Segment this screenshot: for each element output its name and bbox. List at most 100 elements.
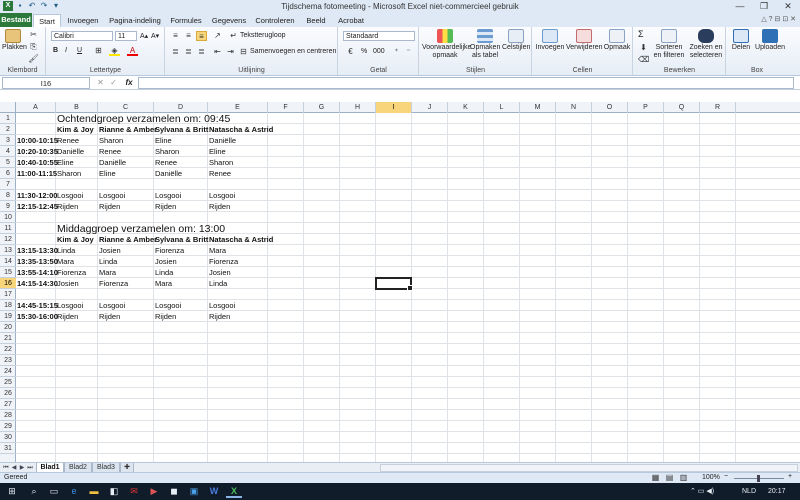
cell[interactable]: 11:30-12:00 <box>16 190 57 201</box>
cell[interactable]: Mara <box>208 245 226 256</box>
cell[interactable]: Losgooi <box>56 300 83 311</box>
horizontal-scrollbar[interactable] <box>380 464 798 472</box>
row-header[interactable]: 7 <box>0 179 16 190</box>
column-header[interactable]: G <box>304 102 340 113</box>
tab-file[interactable]: Bestand <box>0 13 32 27</box>
confirm-entry-icon[interactable]: ✓ <box>108 78 119 88</box>
cell-area[interactable]: Ochtendgroep verzamelen om: 09:45 Middagg… <box>16 113 800 462</box>
font-color-icon[interactable]: A <box>127 46 138 56</box>
row-header[interactable]: 27 <box>0 399 16 410</box>
cell[interactable]: Eline <box>154 135 172 146</box>
cell[interactable]: Sharon <box>98 135 123 146</box>
close-button[interactable]: ✕ <box>776 0 800 13</box>
cell[interactable]: Losgooi <box>56 190 83 201</box>
cell[interactable]: Rijden <box>98 201 120 212</box>
column-header[interactable]: R <box>700 102 736 113</box>
cell[interactable]: Renee <box>154 157 177 168</box>
cell[interactable]: 10:00-10:15 <box>16 135 58 146</box>
mail-icon[interactable]: ✉ <box>126 485 142 498</box>
row-header[interactable]: 30 <box>0 432 16 443</box>
cell[interactable]: Renee <box>56 135 79 146</box>
row-header[interactable]: 26 <box>0 388 16 399</box>
border-icon[interactable]: ⊞ <box>93 46 104 56</box>
cell[interactable]: Rianne & Amber <box>98 234 157 245</box>
row-header[interactable]: 2 <box>0 124 16 135</box>
zoom-out-button[interactable]: − <box>724 473 728 480</box>
sort-filter-button[interactable]: Sorteren en filteren <box>652 29 686 60</box>
column-header[interactable]: Q <box>664 102 700 113</box>
search-icon[interactable]: ⌕ <box>26 485 42 498</box>
cell[interactable]: Renee <box>208 168 231 179</box>
minimize-button[interactable]: — <box>728 0 752 13</box>
formula-input[interactable] <box>138 77 794 89</box>
row-header[interactable]: 8 <box>0 190 16 201</box>
cell[interactable]: Rianne & Amber <box>98 124 157 135</box>
cell[interactable]: 15:30-16:00 <box>16 311 58 322</box>
row-header[interactable]: 25 <box>0 377 16 388</box>
start-icon[interactable]: ⊞ <box>4 485 20 498</box>
row-header[interactable]: 15 <box>0 267 16 278</box>
cell[interactable]: Mara <box>98 267 116 278</box>
cell-styles-button[interactable]: Celstijlen <box>502 29 530 52</box>
cell[interactable]: Linda <box>154 267 173 278</box>
column-header[interactable]: L <box>484 102 520 113</box>
word-icon[interactable]: W <box>206 485 222 498</box>
cell[interactable]: Fiorenza <box>154 245 184 256</box>
page-break-view-icon[interactable]: ▥ <box>678 473 689 483</box>
clock[interactable]: 20:17 <box>768 483 786 500</box>
cell[interactable]: Daniëlle <box>98 157 126 168</box>
align-middle-icon[interactable]: ≡ <box>183 31 194 41</box>
row-header[interactable]: 24 <box>0 366 16 377</box>
cell[interactable]: 11:00-11:15 <box>16 168 57 179</box>
align-center-icon[interactable]: ≣ <box>183 47 194 57</box>
wrap-text-button[interactable]: Tekstterugloop <box>240 32 286 39</box>
align-top-icon[interactable]: ≡ <box>170 31 181 41</box>
row-header[interactable]: 12 <box>0 234 16 245</box>
align-left-icon[interactable]: ≣ <box>170 47 181 57</box>
cell[interactable]: Rijden <box>208 201 230 212</box>
column-header[interactable]: P <box>628 102 664 113</box>
cell[interactable]: Sylvana & Britt <box>154 234 208 245</box>
cell[interactable]: Rijden <box>154 201 176 212</box>
cell[interactable]: Rijden <box>208 311 230 322</box>
row-header[interactable]: 9 <box>0 201 16 212</box>
tab-view[interactable]: Beeld <box>301 14 331 27</box>
cell[interactable]: 10:40-10:55 <box>16 157 58 168</box>
share-button[interactable]: Delen <box>729 29 753 52</box>
cell[interactable]: Fiorenza <box>208 256 238 267</box>
font-name-select[interactable]: Calibri <box>51 31 113 41</box>
cell[interactable]: Losgooi <box>208 300 235 311</box>
row-header[interactable]: 11 <box>0 223 16 234</box>
wrap-text-icon[interactable]: ↵ <box>228 31 239 41</box>
cell[interactable]: Eline <box>98 168 116 179</box>
number-format-select[interactable]: Standaard <box>343 31 415 41</box>
store-icon[interactable]: ◧ <box>106 485 122 498</box>
cell[interactable]: Linda <box>208 278 227 289</box>
row-header[interactable]: 1 <box>0 113 16 124</box>
find-select-button[interactable]: Zoeken en selecteren <box>688 29 724 60</box>
cut-icon[interactable]: ✂ <box>28 30 39 40</box>
align-right-icon[interactable]: ≣ <box>196 47 207 57</box>
cell[interactable]: Daniëlle <box>56 146 84 157</box>
row-header[interactable]: 17 <box>0 289 16 300</box>
insert-cells-button[interactable]: Invoegen <box>535 29 565 52</box>
indent-icon[interactable]: ⇤ <box>212 47 223 57</box>
cell[interactable]: Rijden <box>56 311 78 322</box>
cell[interactable]: Josien <box>208 267 231 278</box>
column-header[interactable]: A <box>16 102 56 113</box>
underline-button[interactable]: U <box>77 47 82 54</box>
cell[interactable]: Mara <box>154 278 172 289</box>
fill-icon[interactable]: ⬇ <box>638 43 649 53</box>
row-header[interactable]: 31 <box>0 443 16 454</box>
conditional-format-button[interactable]: Voorwaardelijke opmaak <box>422 29 471 60</box>
format-as-table-button[interactable]: Opmaken als tabel <box>470 29 500 60</box>
cell[interactable]: Rijden <box>56 201 78 212</box>
row-header[interactable]: 22 <box>0 344 16 355</box>
normal-view-icon[interactable]: ▦ <box>650 473 661 483</box>
zoom-level[interactable]: 100% <box>702 474 720 481</box>
shrink-font-button[interactable]: A▾ <box>151 32 159 40</box>
cell[interactable]: Josien <box>56 278 79 289</box>
tab-insert[interactable]: Invoegen <box>63 14 103 27</box>
cell[interactable]: Fiorenza <box>98 278 128 289</box>
cell[interactable]: Eline <box>56 157 74 168</box>
